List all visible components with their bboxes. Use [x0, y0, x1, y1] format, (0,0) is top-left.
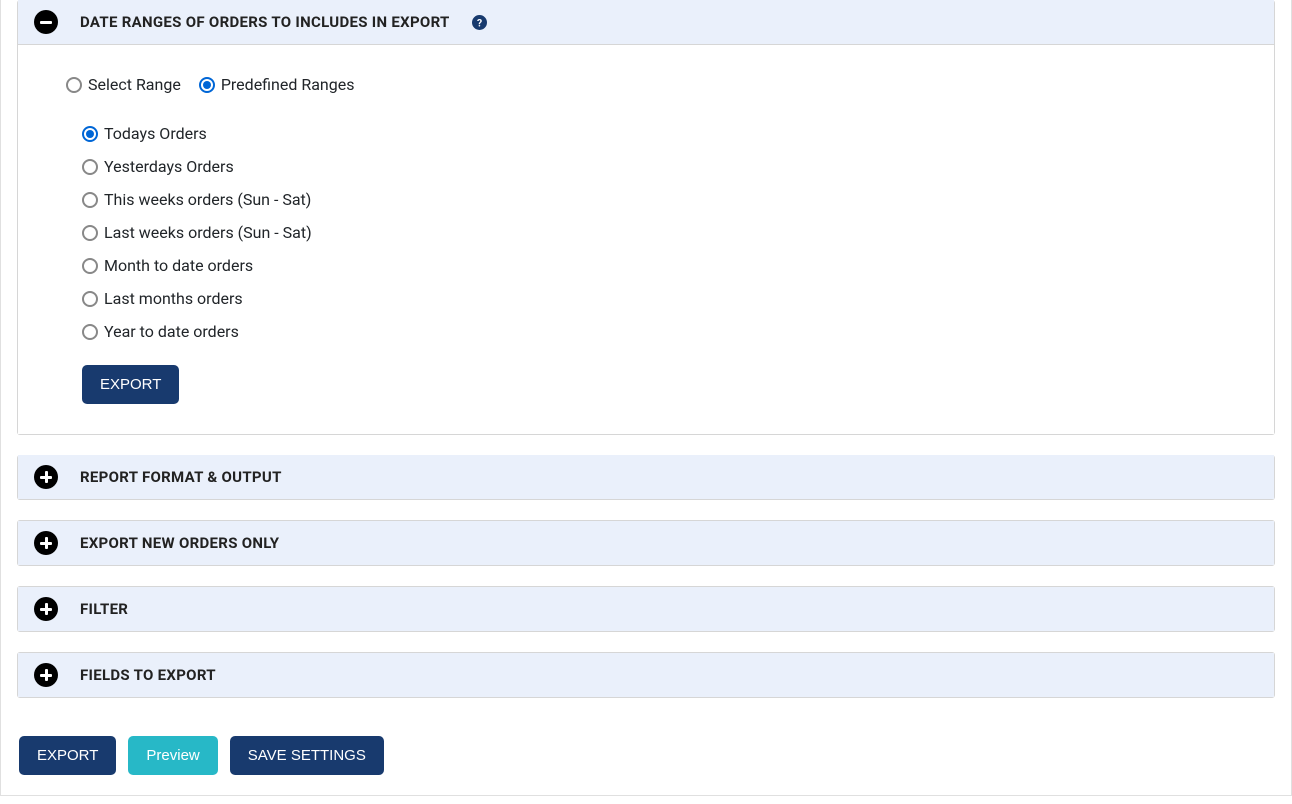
range-month-to-date-label: Month to date orders [104, 256, 253, 275]
panel-header-filter[interactable]: FILTER [18, 587, 1274, 631]
panel-header-date-ranges[interactable]: DATE RANGES OF ORDERS TO INCLUDES IN EXP… [18, 0, 1274, 45]
range-last-week-radio[interactable] [82, 225, 98, 241]
range-yesterdays[interactable]: Yesterdays Orders [82, 157, 1246, 176]
panel-title-filter: FILTER [80, 600, 128, 618]
preview-button[interactable]: Preview [128, 736, 217, 775]
collapse-icon [34, 10, 58, 34]
panel-body-date-ranges: Select Range Predefined Ranges Todays Or… [18, 45, 1274, 434]
range-last-month-label: Last months orders [104, 289, 243, 308]
range-todays-label: Todays Orders [104, 124, 207, 143]
range-mode-group: Select Range Predefined Ranges [46, 75, 1246, 94]
panel-report-format: REPORT FORMAT & OUTPUT [17, 455, 1275, 500]
export-inline-button[interactable]: EXPORT [82, 365, 179, 404]
predefined-range-list: Todays Orders Yesterdays Orders This wee… [46, 124, 1246, 404]
mode-select-range-radio[interactable] [66, 77, 82, 93]
mode-predefined-ranges-label: Predefined Ranges [221, 75, 355, 94]
panel-export-new-only: EXPORT NEW ORDERS ONLY [17, 520, 1275, 566]
panel-title-date-ranges: DATE RANGES OF ORDERS TO INCLUDES IN EXP… [80, 13, 450, 31]
panel-fields-to-export: FIELDS TO EXPORT [17, 652, 1275, 698]
save-settings-button[interactable]: SAVE SETTINGS [230, 736, 384, 775]
range-month-to-date-radio[interactable] [82, 258, 98, 274]
panel-title-fields-to-export: FIELDS TO EXPORT [80, 666, 216, 684]
mode-predefined-ranges-radio[interactable] [199, 77, 215, 93]
expand-icon [34, 465, 58, 489]
mode-select-range-label: Select Range [88, 75, 181, 94]
range-this-week[interactable]: This weeks orders (Sun - Sat) [82, 190, 1246, 209]
range-last-month-radio[interactable] [82, 291, 98, 307]
export-button[interactable]: EXPORT [19, 736, 116, 775]
panel-title-report-format: REPORT FORMAT & OUTPUT [80, 468, 282, 486]
panel-header-fields-to-export[interactable]: FIELDS TO EXPORT [18, 653, 1274, 697]
footer-buttons: EXPORT Preview SAVE SETTINGS [1, 724, 1291, 775]
expand-icon [34, 597, 58, 621]
panel-date-ranges: DATE RANGES OF ORDERS TO INCLUDES IN EXP… [17, 0, 1275, 435]
range-month-to-date[interactable]: Month to date orders [82, 256, 1246, 275]
range-last-week-label: Last weeks orders (Sun - Sat) [104, 223, 312, 242]
range-this-week-label: This weeks orders (Sun - Sat) [104, 190, 311, 209]
mode-predefined-ranges[interactable]: Predefined Ranges [199, 75, 355, 94]
svg-text:?: ? [477, 16, 482, 29]
expand-icon [34, 531, 58, 555]
panel-title-export-new-only: EXPORT NEW ORDERS ONLY [80, 534, 279, 552]
range-yesterdays-label: Yesterdays Orders [104, 157, 234, 176]
range-year-to-date-radio[interactable] [82, 324, 98, 340]
expand-icon [34, 663, 58, 687]
range-last-month[interactable]: Last months orders [82, 289, 1246, 308]
range-todays[interactable]: Todays Orders [82, 124, 1246, 143]
range-year-to-date-label: Year to date orders [104, 322, 239, 341]
help-icon[interactable]: ? [472, 14, 488, 30]
mode-select-range[interactable]: Select Range [66, 75, 181, 94]
range-last-week[interactable]: Last weeks orders (Sun - Sat) [82, 223, 1246, 242]
panel-filter: FILTER [17, 586, 1275, 632]
range-todays-radio[interactable] [82, 126, 98, 142]
panel-header-report-format[interactable]: REPORT FORMAT & OUTPUT [18, 455, 1274, 499]
range-yesterdays-radio[interactable] [82, 159, 98, 175]
range-this-week-radio[interactable] [82, 192, 98, 208]
range-year-to-date[interactable]: Year to date orders [82, 322, 1246, 341]
panel-header-export-new-only[interactable]: EXPORT NEW ORDERS ONLY [18, 521, 1274, 565]
